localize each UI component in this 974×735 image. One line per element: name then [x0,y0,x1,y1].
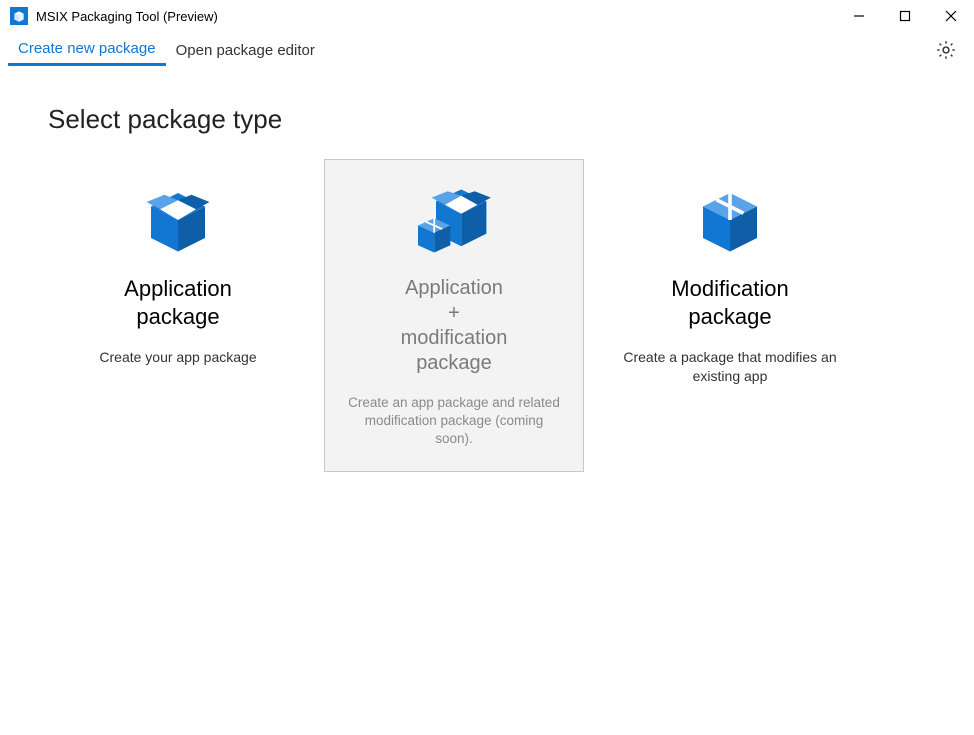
main-content: Select package type Application package … [0,68,974,508]
card-description: Create a package that modifies an existi… [622,348,838,386]
tab-create-new-package[interactable]: Create new package [8,34,166,66]
window-controls [836,0,974,32]
card-description: Create your app package [99,348,256,367]
open-box-plus-small-box-icon [409,176,499,266]
open-box-icon [133,175,223,265]
card-title: Application package [124,275,232,330]
card-description: Create an app package and related modifi… [347,394,561,449]
tab-row: Create new package Open package editor [0,32,974,68]
page-heading: Select package type [48,104,926,135]
card-title: Application + modification package [401,276,508,376]
maximize-button[interactable] [882,0,928,32]
settings-button[interactable] [926,32,966,68]
app-icon [10,7,28,25]
closed-box-icon [685,175,775,265]
tab-open-package-editor[interactable]: Open package editor [166,36,325,65]
package-type-cards: Application package Create your app pack… [48,159,926,472]
card-title: Modification package [671,275,788,330]
card-app-plus-modification-package: Application + modification package Creat… [324,159,584,472]
card-application-package[interactable]: Application package Create your app pack… [48,159,308,472]
titlebar: MSIX Packaging Tool (Preview) [0,0,974,32]
close-button[interactable] [928,0,974,32]
window-title: MSIX Packaging Tool (Preview) [36,9,836,24]
card-modification-package[interactable]: Modification package Create a package th… [600,159,860,472]
minimize-button[interactable] [836,0,882,32]
